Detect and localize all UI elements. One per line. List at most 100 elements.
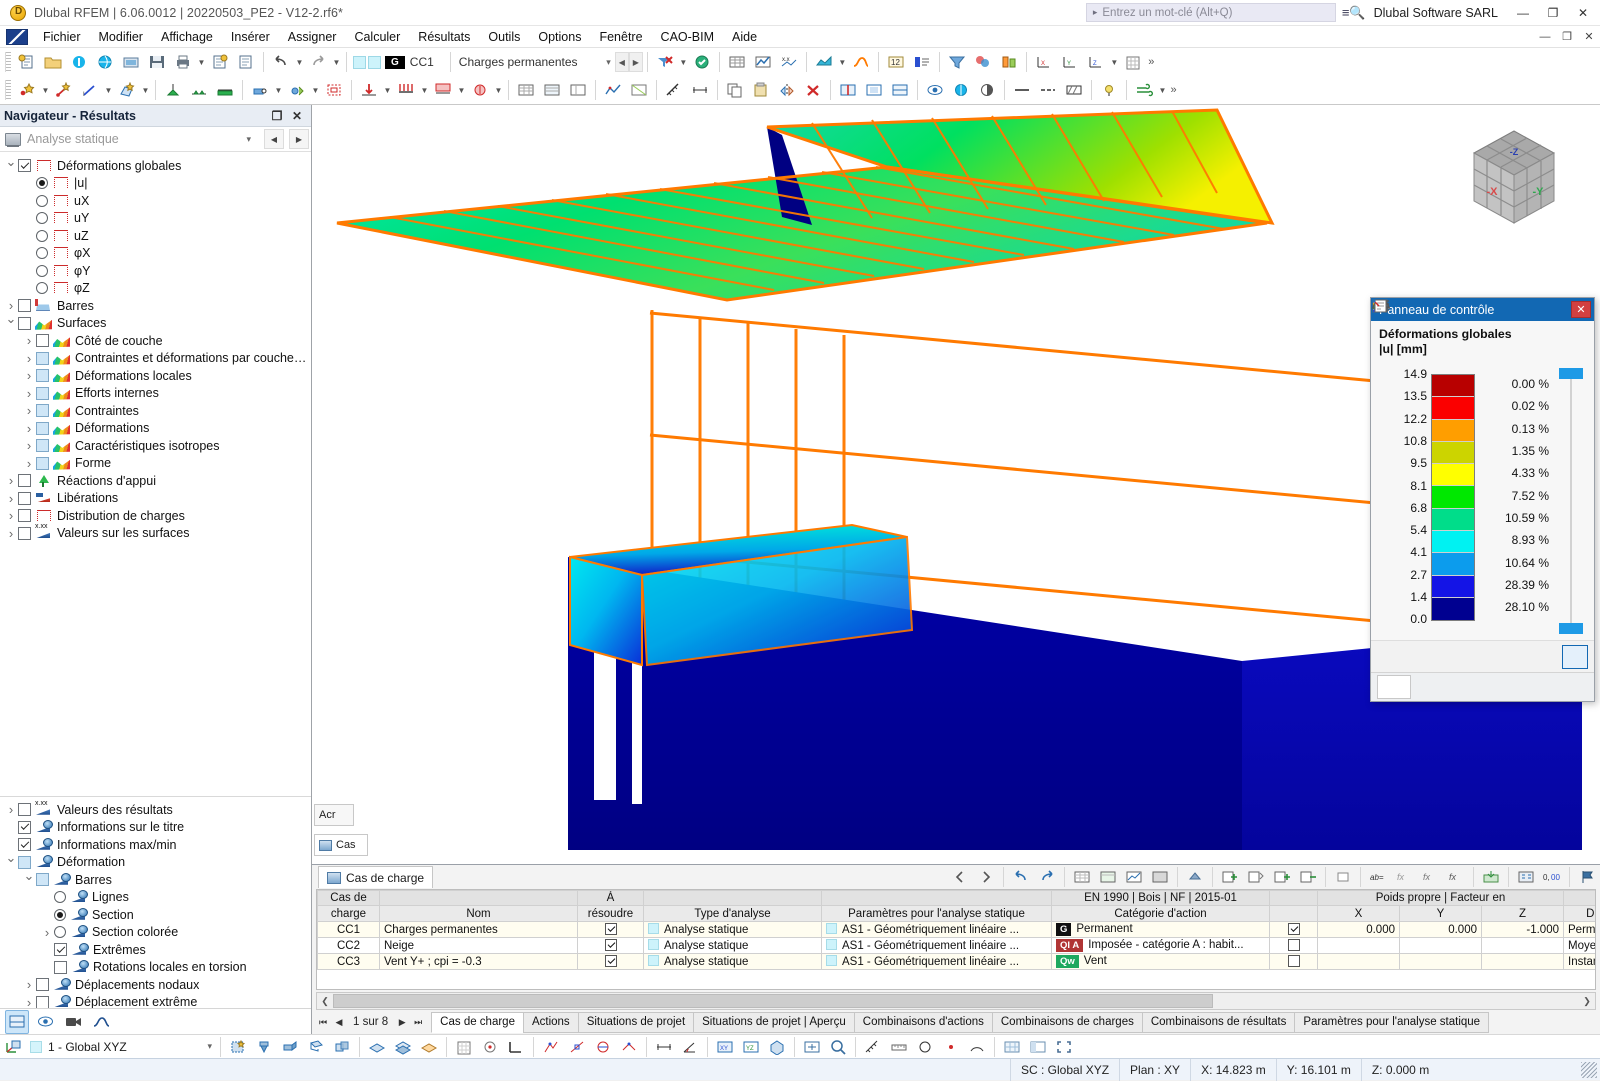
checkbox[interactable] <box>36 369 49 382</box>
floating-tab-cas[interactable]: Cas <box>314 834 368 856</box>
checkbox[interactable] <box>36 387 49 400</box>
tab-factors[interactable] <box>1411 675 1445 699</box>
measure-icon[interactable] <box>662 78 686 102</box>
checkbox[interactable] <box>18 474 31 487</box>
bottom-tab-6[interactable]: Combinaisons de résultats <box>1142 1012 1296 1033</box>
cell-factor-z-2[interactable] <box>1482 954 1564 970</box>
toolbar-overflow-icon[interactable]: » <box>1146 50 1157 74</box>
new-surface-support-icon[interactable] <box>213 78 237 102</box>
tree-node-item-11[interactable]: Contraintes et déformations par couches … <box>0 350 311 368</box>
doc-restore-button[interactable]: ❐ <box>1556 27 1578 47</box>
angle-snap-icon[interactable] <box>678 1035 702 1059</box>
loadcase-selector[interactable]: GCC1 <box>353 51 444 73</box>
expander-icon[interactable] <box>4 526 18 541</box>
cell-analysis-type-0[interactable]: Analyse statique <box>644 922 822 938</box>
table-column-header-z[interactable]: Z <box>1482 906 1564 922</box>
doc-close-button[interactable]: ✕ <box>1578 27 1600 47</box>
results-xxx-icon[interactable]: x.x <box>777 50 801 74</box>
toolbar-overflow-icon[interactable]: » <box>1168 78 1179 102</box>
ruler-icon[interactable] <box>887 1035 911 1059</box>
legend-slider-knob-top[interactable] <box>1559 368 1583 379</box>
radio-button[interactable] <box>54 926 66 938</box>
legend-band-9[interactable] <box>1432 576 1474 598</box>
panel-view-icon[interactable] <box>1026 1035 1050 1059</box>
mesh-icon[interactable] <box>601 78 625 102</box>
fx2-icon[interactable]: fx <box>1418 865 1442 889</box>
checkbox[interactable] <box>36 873 49 886</box>
layer1-icon[interactable] <box>365 1035 389 1059</box>
table-horizontal-scrollbar[interactable]: ❮ ❯ <box>316 992 1596 1010</box>
display-node-item-1[interactable]: Informations sur le titre <box>0 819 311 837</box>
new-surface-icon[interactable] <box>115 78 139 102</box>
dropdown-arrow-icon[interactable]: ▼ <box>382 78 393 102</box>
next-record-icon[interactable]: ▶ <box>395 1017 409 1028</box>
checkbox[interactable] <box>36 996 49 1008</box>
loadcase-prev-button[interactable]: ◀ <box>615 52 629 72</box>
zoom-fit-icon[interactable] <box>800 1035 824 1059</box>
tree-node-item-10[interactable]: Côté de couche <box>0 332 311 350</box>
checkbox[interactable] <box>18 856 31 869</box>
cell-action-category-1[interactable]: QI AImposée - catégorie A : habit... <box>1052 938 1270 954</box>
save-icon[interactable] <box>145 50 169 74</box>
dropdown-arrow-icon[interactable]: ▼ <box>103 78 114 102</box>
legend-band-5[interactable] <box>1432 486 1474 508</box>
dropdown-arrow-icon[interactable]: ▼ <box>331 50 342 74</box>
checkbox[interactable] <box>54 961 67 974</box>
legend-range-slider[interactable] <box>1559 366 1583 634</box>
delete-icon[interactable] <box>801 78 825 102</box>
visibility-mode-icon[interactable] <box>923 78 947 102</box>
checkbox[interactable] <box>18 527 31 540</box>
snap-toggle-icon[interactable] <box>478 1035 502 1059</box>
legend-band-2[interactable] <box>1432 420 1474 442</box>
measure-dist-icon[interactable] <box>861 1035 885 1059</box>
tree-node-item-5[interactable]: φX <box>0 245 311 263</box>
table-scroll-area[interactable]: Cas deÀEN 1990 | Bois | NF | 2015-01Poid… <box>316 889 1596 990</box>
fx3-icon[interactable]: fx <box>1444 865 1468 889</box>
dimension-icon[interactable] <box>688 78 712 102</box>
filter-icon[interactable] <box>945 50 969 74</box>
cell-load-duration-1[interactable]: Moyen term <box>1564 938 1597 954</box>
object-snap-1-icon[interactable] <box>539 1035 563 1059</box>
render-quality-icon[interactable] <box>949 78 973 102</box>
checkbox[interactable] <box>18 803 31 816</box>
table-column-header-res[interactable]: résoudre <box>578 906 644 922</box>
chevron-down-icon[interactable]: ▾ <box>207 1041 212 1052</box>
legend-scale-icon[interactable] <box>1562 645 1588 669</box>
model-3d-view[interactable]: -Z -X -Y Acr Cas Panneau de contrôle <box>312 105 1600 864</box>
dropdown-arrow-icon[interactable]: ▼ <box>310 78 321 102</box>
tree-node-item-8[interactable]: Barres <box>0 297 311 315</box>
paste-icon[interactable] <box>749 78 773 102</box>
globe-icon[interactable] <box>93 50 117 74</box>
dropdown-arrow-icon[interactable]: ▼ <box>678 50 689 74</box>
results-diagram-icon[interactable] <box>751 50 775 74</box>
radio-button[interactable] <box>36 247 48 259</box>
table-column-header-cas[interactable]: charge <box>318 906 380 922</box>
cell-self-weight-2[interactable] <box>1270 954 1318 970</box>
redo-icon[interactable] <box>306 50 330 74</box>
menu-item-fichier[interactable]: Fichier <box>34 28 90 46</box>
new-nodal-support-icon[interactable] <box>161 78 185 102</box>
legend-band-7[interactable] <box>1432 531 1474 553</box>
checkbox-self-weight[interactable] <box>1288 923 1300 935</box>
doc-minimize-button[interactable]: — <box>1534 27 1556 47</box>
display-node-item-6[interactable]: Section <box>0 906 311 924</box>
cell-analysis-params-2[interactable]: AS1 - Géométriquement linéaire ... <box>822 954 1052 970</box>
tree-node-item-3[interactable]: uY <box>0 210 311 228</box>
tree-node-item-1[interactable]: |u| <box>0 175 311 193</box>
print-icon[interactable] <box>171 50 195 74</box>
circle-tool-icon[interactable] <box>913 1035 937 1059</box>
table-view-all-icon[interactable] <box>1070 865 1094 889</box>
legend-band-4[interactable] <box>1432 464 1474 486</box>
tree-node-item-16[interactable]: Caractéristiques isotropes <box>0 437 311 455</box>
colors-icon[interactable] <box>971 50 995 74</box>
radio-button[interactable] <box>36 282 48 294</box>
dropdown-arrow-icon[interactable]: ▼ <box>456 78 467 102</box>
menu-item-outils[interactable]: Outils <box>479 28 529 46</box>
expander-icon[interactable] <box>22 872 36 888</box>
scroll-left-icon[interactable]: ❮ <box>317 996 333 1007</box>
display-node-item-3[interactable]: Déformation <box>0 854 311 872</box>
tree-node-item-15[interactable]: Déformations <box>0 420 311 438</box>
tree-node-item-0[interactable]: Déformations globales <box>0 157 311 175</box>
expander-icon[interactable] <box>22 386 36 401</box>
menu-item-aide[interactable]: Aide <box>723 28 766 46</box>
